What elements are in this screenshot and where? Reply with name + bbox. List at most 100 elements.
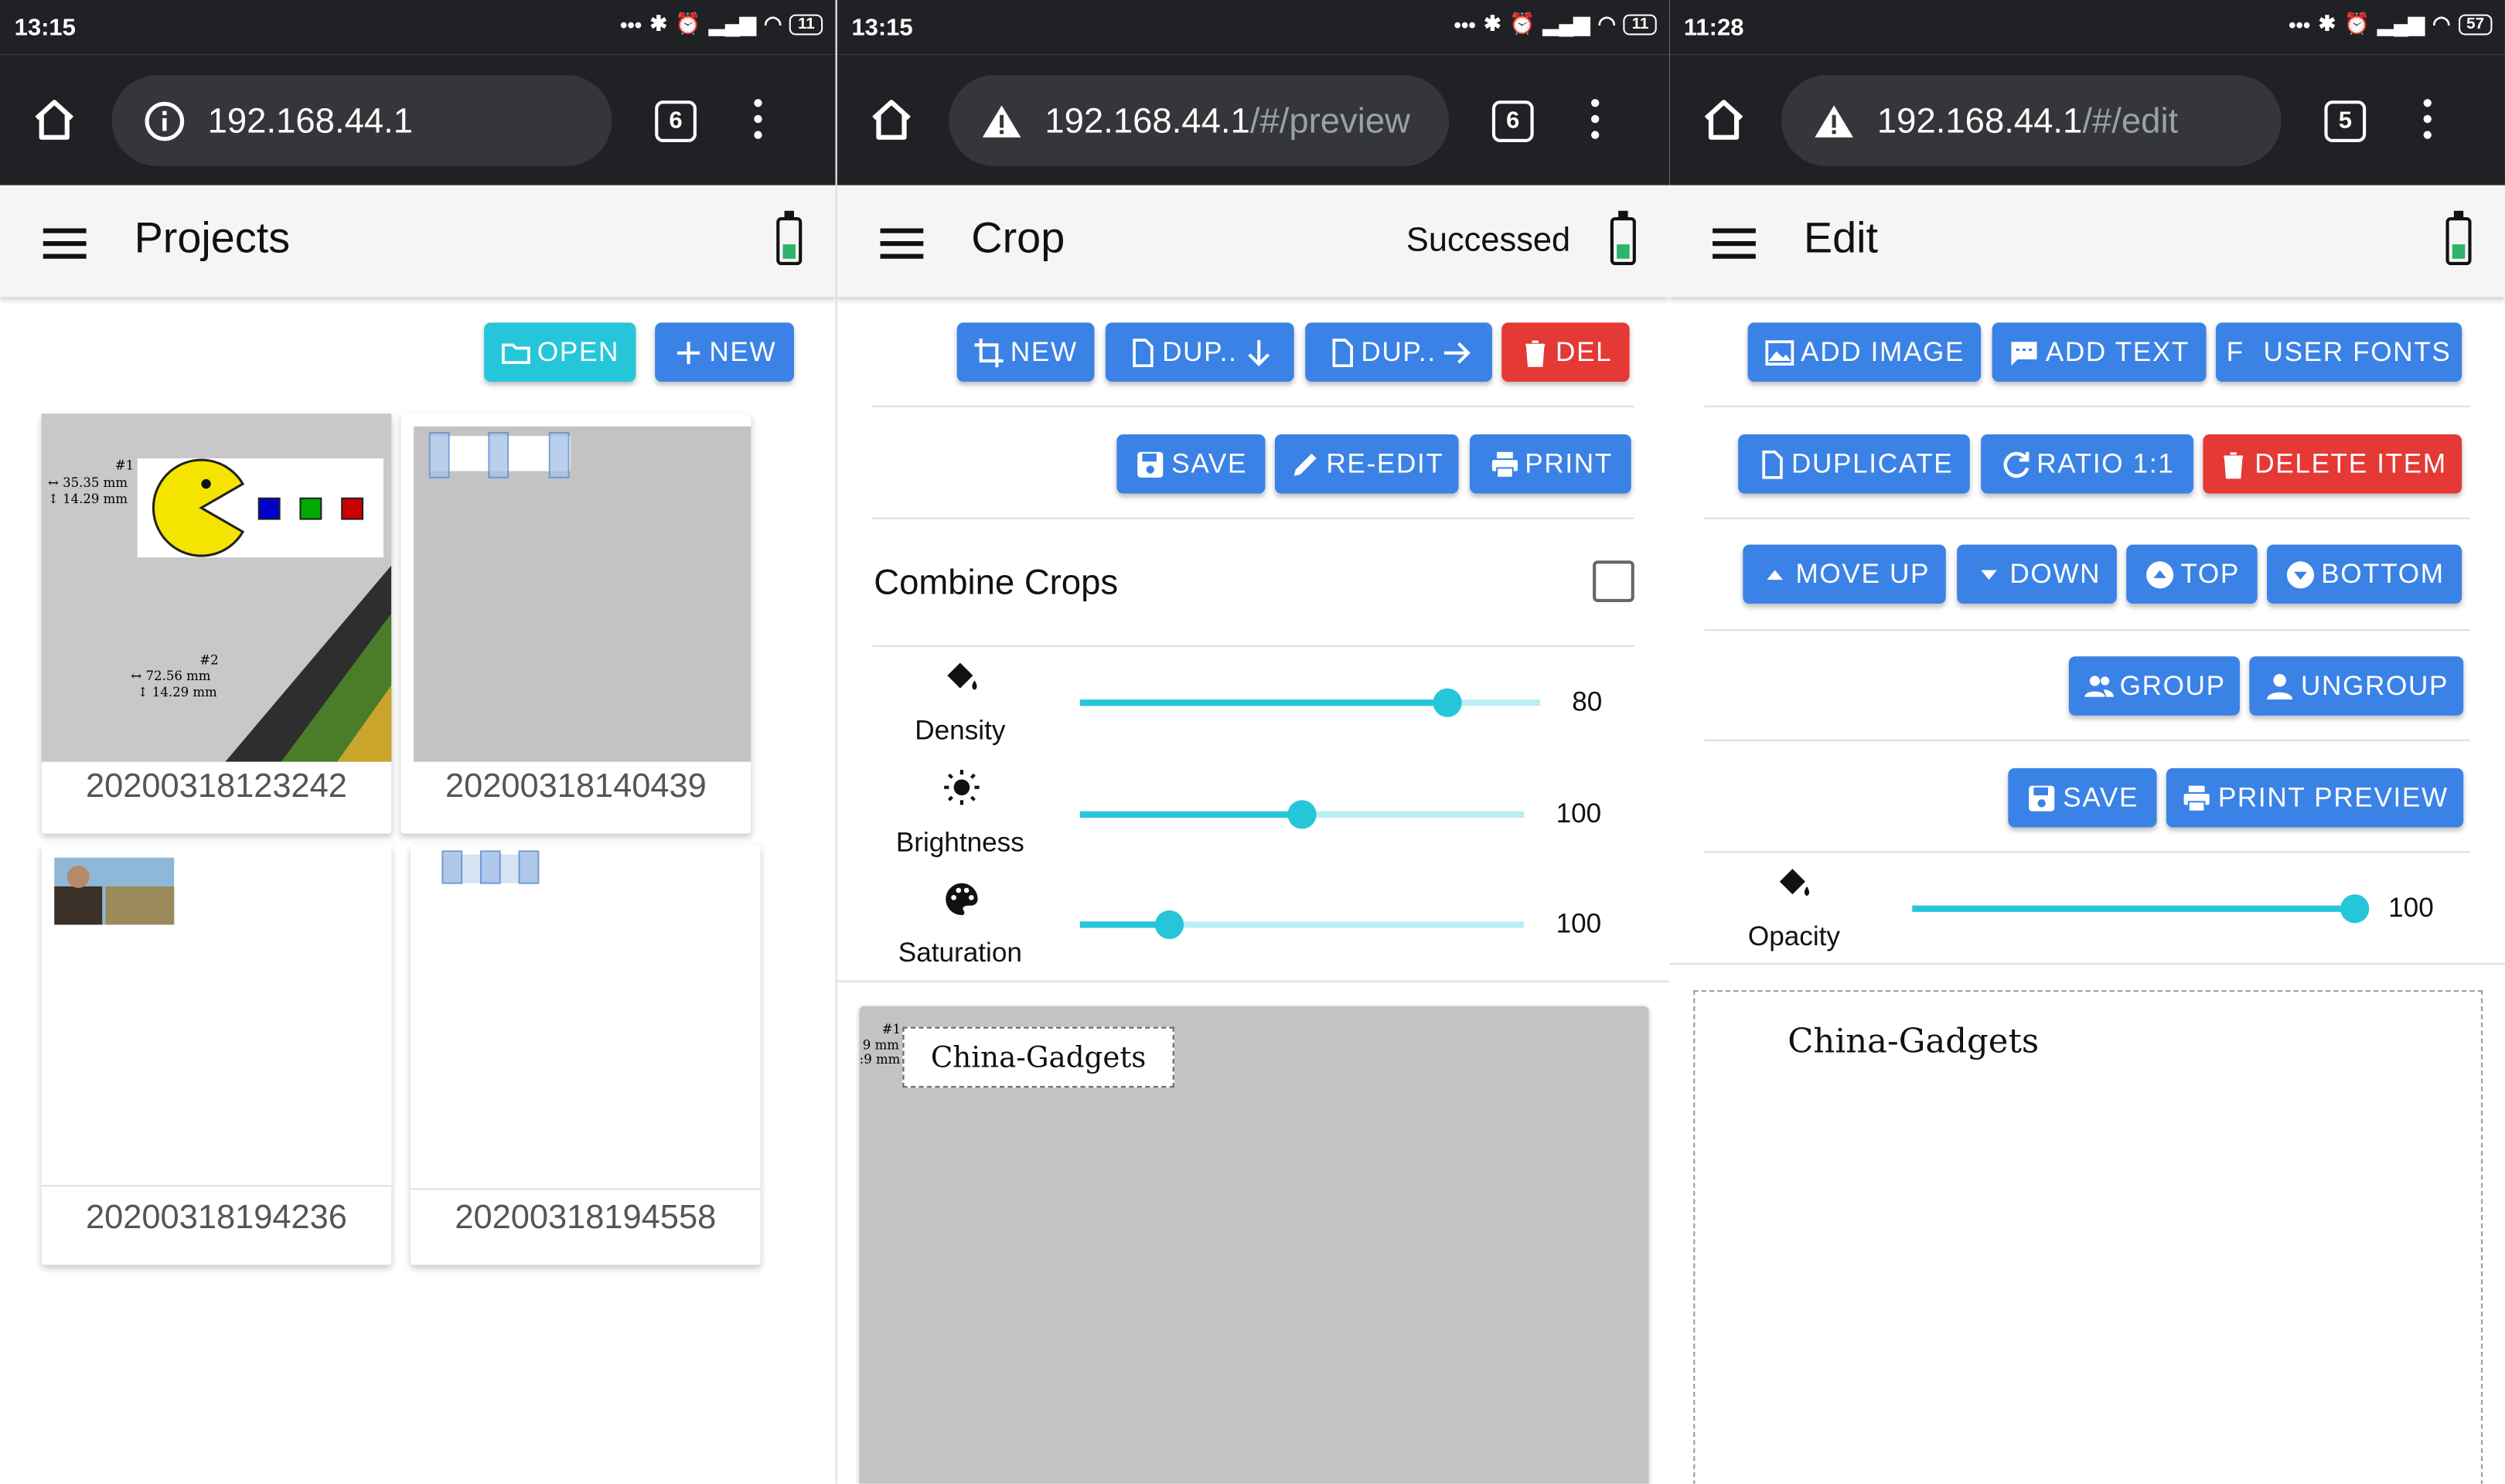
dimension-label: #2 <box>199 653 219 668</box>
app-bar: Crop Successed <box>837 185 1670 298</box>
project-name: 20200318194558 <box>455 1199 717 1237</box>
info-icon[interactable] <box>144 100 186 141</box>
warning-icon[interactable] <box>981 101 1023 140</box>
print-preview-button[interactable]: PRINT PREVIEW <box>2166 768 2464 828</box>
ratio-button[interactable]: RATIO 1:1 <box>1981 434 2194 494</box>
signal-dots-icon: ••• <box>2289 12 2311 36</box>
opacity-slider[interactable] <box>1912 894 2370 924</box>
app-bar: Projects <box>0 185 836 298</box>
arrow-up-circle-icon <box>2146 560 2174 588</box>
add-text-label: ADD TEXT <box>2045 335 2190 367</box>
url-host: 192.168.44.1 <box>1045 100 1250 140</box>
project-card[interactable]: 20200318194236 <box>41 845 392 1265</box>
user-fonts-button[interactable]: F USER FONTS <box>2215 322 2462 382</box>
print-label: PRINT <box>1525 448 1613 478</box>
move-bottom-button[interactable]: BOTTOM <box>2267 544 2462 604</box>
duplicate-right-button[interactable]: DUP.. <box>1305 322 1492 382</box>
edit-screen: 11:28 ••• ✱ ⏰ ▂▄▆ ◠ 57 192.168.44.1/#/ed… <box>1669 0 2505 1484</box>
tab-count-button[interactable]: 5 <box>2324 100 2367 142</box>
save-button[interactable]: SAVE <box>1116 434 1266 494</box>
saturation-label: Saturation <box>898 937 1022 968</box>
tab-count-button[interactable]: 6 <box>655 100 697 142</box>
page-title: Crop <box>971 213 1065 262</box>
user-fonts-label: USER FONTS <box>2263 335 2452 367</box>
move-down-button[interactable]: DOWN <box>1957 544 2117 604</box>
home-icon[interactable] <box>1702 99 1747 141</box>
overflow-menu-icon[interactable] <box>754 99 763 147</box>
section-divider <box>1704 851 2470 853</box>
re-edit-button[interactable]: RE-EDIT <box>1274 434 1459 494</box>
slider-fill <box>1079 699 1448 706</box>
open-button[interactable]: OPEN <box>484 322 636 382</box>
hamburger-menu-icon[interactable] <box>880 228 924 267</box>
section-divider <box>1704 739 2470 741</box>
project-card[interactable]: 20200318140439 <box>400 414 752 834</box>
brightness-slider[interactable] <box>1079 800 1525 829</box>
copy-icon <box>1332 338 1353 367</box>
alarm-icon: ⏰ <box>675 11 701 36</box>
ungroup-button[interactable]: UNGROUP <box>2249 656 2464 716</box>
down-label: DOWN <box>2009 558 2101 589</box>
trash-icon <box>2224 451 2244 478</box>
new-crop-button[interactable]: NEW <box>956 322 1095 382</box>
tab-count-button[interactable]: 6 <box>1491 100 1534 142</box>
project-thumbnail <box>41 845 392 1187</box>
thumbnail-drawing <box>41 414 392 762</box>
saturation-slider[interactable] <box>1079 910 1525 939</box>
crop-preview[interactable]: #1 9 mm :9 mm China-Gadgets <box>859 1006 1649 1484</box>
overflow-menu-icon[interactable] <box>2423 99 2433 147</box>
print-button[interactable]: PRINT <box>1469 434 1631 494</box>
hamburger-menu-icon[interactable] <box>43 228 87 267</box>
brightness-value: 100 <box>1556 798 1602 829</box>
project-card[interactable]: #1 ↔ 35.35 mm ↕ 14.29 mm #2 ↔ 72.56 mm ↕… <box>41 414 392 834</box>
hamburger-menu-icon[interactable] <box>1713 228 1756 267</box>
project-card[interactable]: 20200318194558 <box>411 845 761 1265</box>
overflow-menu-icon[interactable] <box>1591 99 1600 147</box>
rotate-icon <box>2003 451 2030 478</box>
warning-icon[interactable] <box>1813 101 1855 140</box>
home-icon[interactable] <box>869 99 914 141</box>
duplicate-button[interactable]: DUPLICATE <box>1738 434 1970 494</box>
ratio-label: RATIO 1:1 <box>2036 448 2175 478</box>
floppy-disk-icon <box>1137 451 1164 477</box>
move-top-button[interactable]: TOP <box>2126 544 2258 604</box>
save-button[interactable]: SAVE <box>2008 768 2157 828</box>
edit-canvas[interactable]: China-Gadgets <box>1693 990 2483 1484</box>
slider-thumb[interactable] <box>1154 910 1184 939</box>
delete-item-button[interactable]: DELETE ITEM <box>2203 434 2462 494</box>
new-project-button[interactable]: NEW <box>655 322 794 382</box>
home-icon[interactable] <box>32 99 77 141</box>
project-thumbnail <box>411 845 761 1190</box>
status-icons: ••• ✱ ⏰ ▂▄▆ ◠ 11 <box>620 11 823 36</box>
address-bar[interactable]: 192.168.44.1/#/edit <box>1781 75 2282 166</box>
group-button[interactable]: GROUP <box>2068 656 2240 716</box>
move-up-button[interactable]: MOVE UP <box>1743 544 1946 604</box>
opacity-label: Opacity <box>1747 921 1840 952</box>
preview-text-item[interactable]: China-Gadgets <box>902 1026 1174 1088</box>
browser-toolbar: 192.168.44.1/#/preview 6 <box>837 54 1670 186</box>
bottom-label: BOTTOM <box>2321 558 2445 589</box>
slider-thumb[interactable] <box>2340 894 2370 924</box>
add-text-button[interactable]: ADD TEXT <box>1992 322 2207 382</box>
slider-thumb[interactable] <box>1433 688 1463 717</box>
battery-status-icon: 57 <box>2458 13 2493 35</box>
combine-crops-checkbox[interactable] <box>1593 560 1634 602</box>
delete-crop-button[interactable]: DEL <box>1501 322 1630 382</box>
url-host: 192.168.44.1 <box>207 100 414 140</box>
duplicate-down-button[interactable]: DUP.. <box>1105 322 1294 382</box>
browser-toolbar: 192.168.44.1/#/edit 5 <box>1669 54 2505 186</box>
delete-item-label: DELETE ITEM <box>2254 448 2447 478</box>
project-name: 20200318123242 <box>86 768 347 805</box>
opacity-value: 100 <box>2388 893 2434 924</box>
density-value: 80 <box>1572 686 1603 717</box>
density-slider[interactable] <box>1079 688 1540 717</box>
add-image-button[interactable]: ADD IMAGE <box>1747 322 1982 382</box>
address-bar[interactable]: 192.168.44.1/#/preview <box>949 75 1450 166</box>
status-time: 13:15 <box>851 14 913 42</box>
address-bar[interactable]: 192.168.44.1 <box>111 75 612 166</box>
slider-thumb[interactable] <box>1287 800 1317 829</box>
pencil-icon <box>1294 452 1317 475</box>
floppy-disk-icon <box>2029 785 2055 811</box>
group-label: GROUP <box>2119 669 2226 701</box>
canvas-text-item[interactable]: China-Gadgets <box>1788 1022 2039 1060</box>
